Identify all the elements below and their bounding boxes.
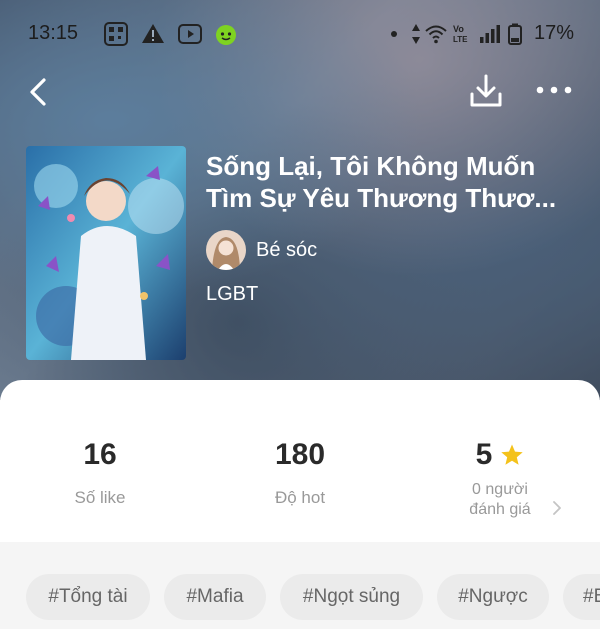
tag-chip[interactable]: #Tổng tài	[26, 574, 150, 620]
hot-stat: 180 Độ hot	[200, 438, 400, 508]
youtube-icon	[178, 24, 202, 44]
hot-count: 180	[274, 438, 326, 471]
rating-count-label: 0 người	[472, 481, 528, 498]
battery-icon	[508, 23, 522, 45]
chevron-right-icon[interactable]	[551, 500, 563, 516]
avatar[interactable]	[206, 230, 246, 270]
book-title: Sống Lại, Tôi Không Muốn Tìm Sự Yêu Thươ…	[206, 150, 581, 214]
like-count: 16	[83, 438, 117, 471]
status-time: 13:15	[28, 22, 79, 44]
signal-icon	[480, 25, 500, 43]
rating-count-sub: đánh giá	[469, 501, 531, 518]
stats-panel: 16 Số like 180 Độ hot 5 0 người đánh giá	[0, 380, 600, 542]
chevron-left-icon	[30, 78, 46, 106]
warning-icon	[142, 24, 164, 43]
svg-text:LTE: LTE	[453, 35, 468, 44]
android-icon	[216, 25, 236, 45]
like-label: Số like	[74, 488, 126, 507]
author-row[interactable]: Bé sóc	[206, 230, 317, 270]
book-title-line-1: Sống Lại, Tôi Không Muốn	[206, 151, 536, 181]
author-name[interactable]: Bé sóc	[256, 239, 317, 262]
rating-stat[interactable]: 5 0 người đánh giá	[400, 438, 600, 520]
volte-icon: Vo LTE	[453, 24, 468, 44]
tag-chip[interactable]: #Ngược	[437, 574, 549, 620]
tag-chip[interactable]: #Ngọt sủng	[280, 574, 423, 620]
status-bar: 13:15 Vo LTE 17%	[0, 0, 600, 66]
tag-list: #Tổng tài #Mafia #Ngọt sủng #Ngược #B	[0, 556, 600, 629]
tag-chip[interactable]: #Mafia	[164, 574, 266, 620]
star-icon	[501, 444, 524, 465]
wifi-icon	[425, 25, 447, 44]
download-icon	[470, 74, 502, 107]
more-horizontal-icon	[536, 86, 572, 94]
genre-label[interactable]: LGBT	[206, 283, 258, 306]
battery-percent: 17%	[533, 22, 574, 44]
like-stat: 16 Số like	[0, 438, 200, 508]
hot-label: Độ hot	[274, 488, 326, 507]
svg-text:Vo: Vo	[453, 24, 464, 34]
rating-value: 5	[475, 438, 493, 471]
tag-chip[interactable]: #B	[563, 574, 600, 620]
book-title-line-2: Tìm Sự Yêu Thương Thươ...	[206, 183, 557, 213]
book-cover-image	[26, 146, 186, 360]
qr-icon	[104, 22, 128, 46]
more-button[interactable]	[532, 72, 576, 112]
download-button[interactable]	[466, 72, 506, 112]
dot-icon	[391, 31, 397, 37]
back-button[interactable]	[22, 72, 62, 112]
